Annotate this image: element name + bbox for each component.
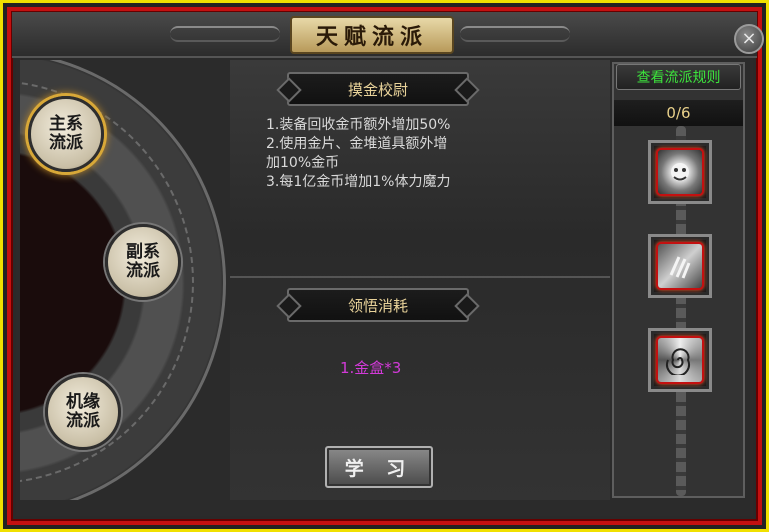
skill-slot-2[interactable] bbox=[648, 234, 712, 298]
effect-line-3: 加10%金币 bbox=[266, 155, 340, 171]
effect-line-2: 2.使用金片、金堆道具额外增 bbox=[266, 136, 448, 152]
school-main-line1: 主系 bbox=[49, 114, 83, 134]
cost-item: 1.金盒*3 bbox=[340, 359, 402, 377]
cost-header: 领悟消耗 bbox=[287, 288, 469, 322]
school-fortune-line2: 流派 bbox=[66, 411, 100, 431]
school-main[interactable]: 主系 流派 bbox=[28, 96, 104, 172]
school-secondary[interactable]: 副系 流派 bbox=[105, 224, 181, 300]
effect-line-1: 1.装备回收金币额外增加50% bbox=[266, 117, 451, 133]
vortex-skill-icon bbox=[658, 338, 702, 382]
title-ornament-left bbox=[170, 26, 280, 42]
learn-button[interactable]: 学 习 bbox=[325, 446, 433, 488]
school-fortune[interactable]: 机缘 流派 bbox=[45, 374, 121, 450]
school-fortune-line1: 机缘 bbox=[66, 392, 100, 412]
view-rules-button[interactable]: 查看流派规则 bbox=[616, 64, 741, 90]
skill-slot-1[interactable] bbox=[648, 140, 712, 204]
skill-counter: 0/6 bbox=[614, 100, 743, 126]
school-secondary-line1: 副系 bbox=[126, 242, 160, 262]
window-title: 天赋流派 bbox=[290, 16, 454, 54]
effect-line-4: 3.每1亿金币增加1%体力魔力 bbox=[266, 174, 451, 190]
school-secondary-line2: 流派 bbox=[126, 261, 160, 281]
beast-skill-icon bbox=[658, 150, 702, 194]
close-button[interactable]: × bbox=[734, 24, 764, 54]
section-divider bbox=[230, 276, 610, 278]
school-main-line2: 流派 bbox=[49, 133, 83, 153]
talent-effects: 1.装备回收金币额外增加50% 2.使用金片、金堆道具额外增 加10%金币 3.… bbox=[266, 116, 506, 192]
title-ornament-right bbox=[460, 26, 570, 42]
talent-name-header: 摸金校尉 bbox=[287, 72, 469, 106]
skill-slot-3[interactable] bbox=[648, 328, 712, 392]
claw-skill-icon bbox=[658, 244, 702, 288]
